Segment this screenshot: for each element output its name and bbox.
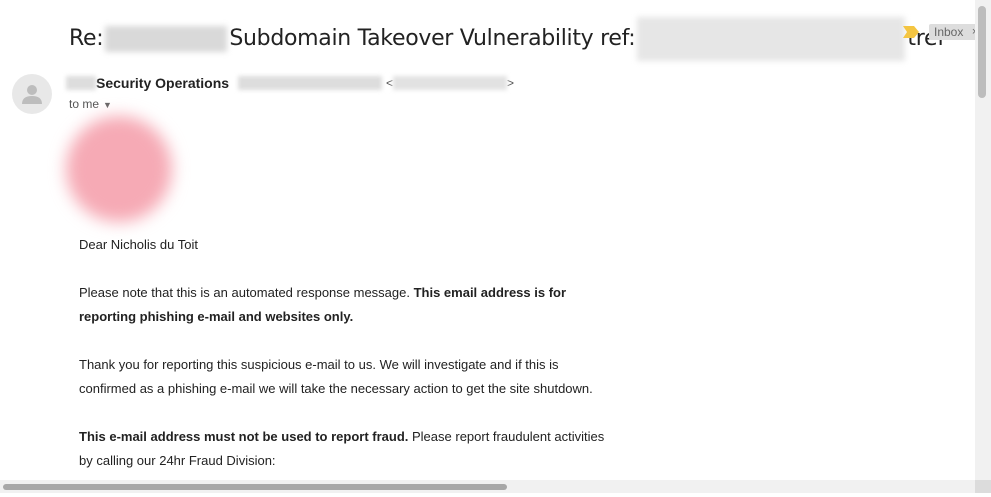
sender-row: Security Operations < > <box>66 74 514 94</box>
redacted-block <box>66 75 96 90</box>
email-subject: Re: Subdomain Takeover Vulnerability ref:… <box>69 17 945 61</box>
recipient-details-toggle[interactable]: to me ▼ <box>69 97 112 111</box>
chevron-down-icon[interactable]: ▼ <box>103 100 112 110</box>
redacted-block <box>237 75 382 90</box>
sender-logo <box>66 116 172 222</box>
paragraph: Thank you for reporting this suspicious … <box>79 357 593 396</box>
redacted-block <box>637 17 906 61</box>
sender-name[interactable]: Security Operations <box>96 75 229 91</box>
email-bracket-open: < <box>385 75 393 90</box>
email-subject-row: Re: Subdomain Takeover Vulnerability ref:… <box>0 0 982 62</box>
inbox-label[interactable]: Inbox × <box>929 24 982 40</box>
horizontal-scrollbar-thumb[interactable] <box>3 484 507 490</box>
paragraph: Please note that this is an automated re… <box>79 281 619 329</box>
email-body: Dear Nicholis du Toit Please note that t… <box>79 233 619 497</box>
sender-email <box>392 75 507 90</box>
scrollbar-corner <box>975 480 991 493</box>
vertical-scrollbar-thumb[interactable] <box>978 6 986 98</box>
inbox-label-text: Inbox <box>934 25 964 39</box>
redacted-block <box>105 26 228 52</box>
importance-marker-icon[interactable] <box>903 26 919 38</box>
greeting: Dear Nicholis du Toit <box>79 237 198 252</box>
paragraph-text: Please note that this is an automated re… <box>79 285 414 300</box>
subject-prefix: Re: <box>69 26 104 51</box>
avatar <box>12 74 52 114</box>
recipient-label: to me <box>69 97 100 111</box>
person-icon <box>22 85 42 104</box>
email-bracket-close: > <box>506 75 514 90</box>
subject-text: Subdomain Takeover Vulnerability ref: <box>229 26 636 51</box>
paragraph: This e-mail address must not be used to … <box>79 425 619 473</box>
paragraph-bold-text: This e-mail address must not be used to … <box>79 429 409 444</box>
